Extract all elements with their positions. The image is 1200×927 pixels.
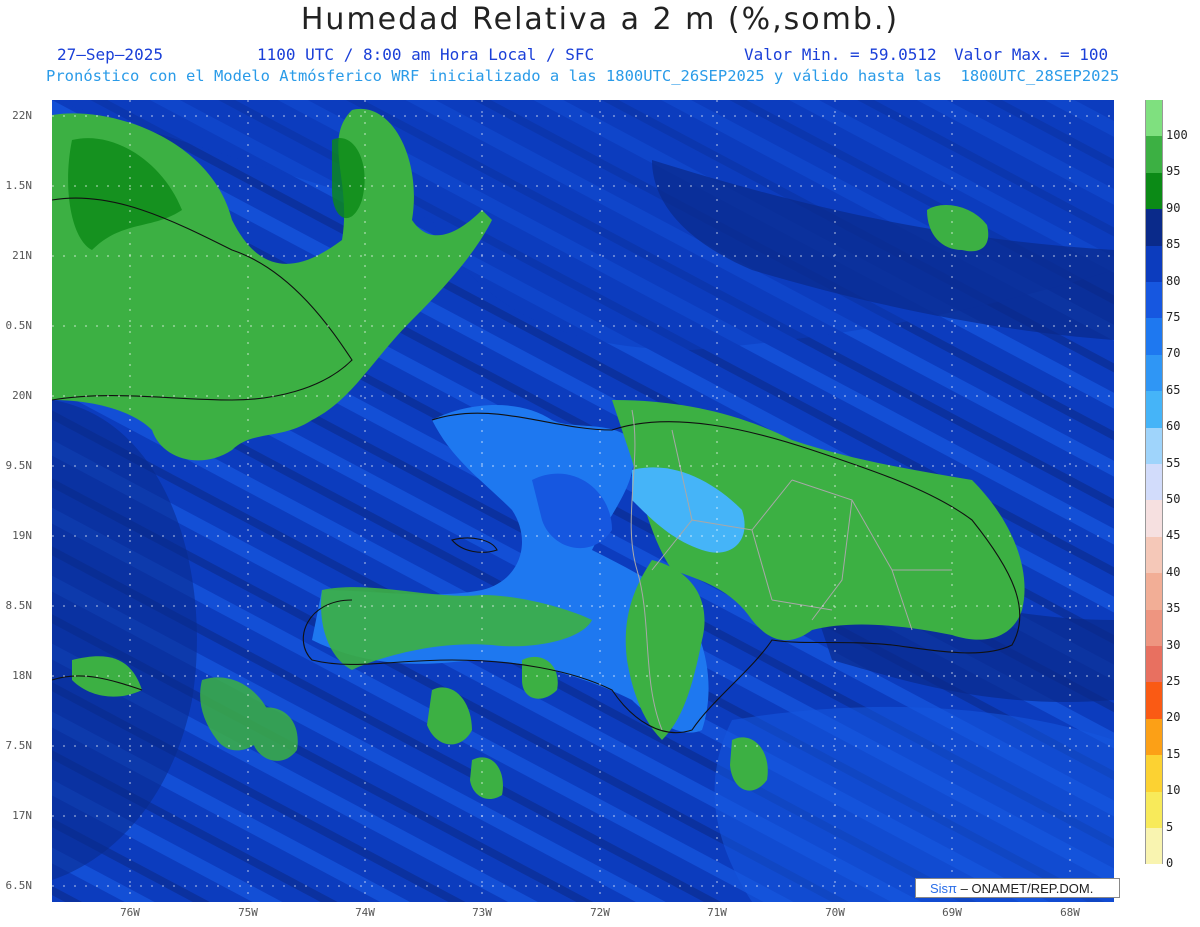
colorbar-swatch — [1145, 791, 1163, 828]
colorbar-label: 25 — [1166, 674, 1181, 688]
lat-label: 21N — [12, 249, 32, 262]
colorbar-label: 85 — [1166, 237, 1181, 252]
colorbar-swatch — [1145, 427, 1163, 464]
lat-label: 9.5N — [5, 459, 33, 472]
colorbar-label: 0 — [1166, 856, 1174, 870]
colorbar-label: 45 — [1166, 528, 1181, 543]
colorbar-swatch — [1145, 354, 1163, 392]
colorbar-label: 35 — [1166, 601, 1181, 616]
colorbar-swatch — [1145, 609, 1163, 646]
colorbar-swatch — [1145, 500, 1163, 537]
credit-box: Sisπ – ONAMET/REP.DOM. — [915, 878, 1120, 898]
colorbar-label: 100 — [1166, 128, 1188, 142]
lat-label: 18N — [12, 669, 32, 682]
colorbar-label: 70 — [1166, 346, 1181, 361]
max-value: Valor Max. = 100 — [954, 45, 1109, 64]
colorbar-swatch — [1145, 755, 1163, 792]
colorbar-label: 95 — [1166, 164, 1181, 179]
colorbar-label: 80 — [1166, 273, 1181, 288]
lat-label: 7.5N — [5, 739, 33, 752]
colorbar-label: 60 — [1166, 419, 1181, 434]
colorbar-swatch — [1145, 646, 1163, 683]
lat-label: 0.5N — [5, 319, 33, 332]
colorbar-swatch — [1145, 391, 1163, 428]
colorbar-swatch — [1145, 100, 1163, 137]
colorbar-swatch — [1145, 536, 1163, 574]
colorbar-swatch — [1145, 282, 1163, 319]
colorbar-label: 50 — [1166, 492, 1181, 506]
colorbar-swatch — [1145, 464, 1163, 501]
credit-text: – ONAMET/REP.DOM. — [960, 881, 1094, 896]
lon-label: 69W — [942, 906, 962, 919]
lat-label: 19N — [12, 529, 32, 542]
colorbar-label: 15 — [1166, 746, 1181, 761]
colorbar-label: 90 — [1166, 200, 1181, 215]
colorbar-swatch — [1145, 828, 1163, 865]
colorbar-swatch — [1145, 318, 1163, 355]
colorbar-swatch — [1145, 136, 1163, 173]
lon-label: 70W — [825, 906, 845, 919]
map-title: Humedad Relativa a 2 m (%,somb.) — [300, 2, 900, 37]
lon-label: 72W — [590, 906, 610, 919]
lon-label: 68W — [1060, 906, 1080, 919]
forecast-time: 1100 UTC / 8:00 am Hora Local / SFC — [257, 45, 595, 64]
forecast-subtitle: Pronóstico con el Modelo Atmósferico WRF… — [46, 67, 1120, 85]
colorbar-label: 5 — [1166, 819, 1174, 834]
min-value: Valor Min. = 59.0512 — [744, 45, 937, 64]
colorbar-label: 30 — [1166, 637, 1181, 652]
colorbar-label: 20 — [1166, 710, 1181, 725]
lat-label: 1.5N — [5, 179, 33, 192]
lon-label: 71W — [707, 906, 727, 919]
colorbar-swatch — [1145, 682, 1163, 719]
colorbar-swatch — [1145, 172, 1163, 210]
colorbar-swatch — [1145, 209, 1163, 246]
colorbar-label: 10 — [1166, 783, 1181, 798]
lon-label: 75W — [238, 906, 258, 919]
colorbar-swatch — [1145, 718, 1163, 756]
colorbar-label: 65 — [1166, 382, 1181, 397]
lat-label: 22N — [12, 109, 32, 122]
lat-label: 8.5N — [5, 599, 33, 612]
lat-label: 6.5N — [5, 879, 33, 892]
lon-label: 76W — [120, 906, 140, 919]
colorbar-swatch — [1145, 245, 1163, 282]
lat-label: 17N — [12, 809, 32, 822]
forecast-date: 27–Sep–2025 — [57, 45, 163, 64]
sispi-logo: Sisπ — [930, 881, 958, 896]
lat-label: 20N — [12, 389, 32, 402]
colorbar-swatch — [1145, 573, 1163, 610]
lon-label: 74W — [355, 906, 375, 919]
ocean-band-light-southeast — [714, 706, 1114, 902]
colorbar-label: 55 — [1166, 455, 1181, 470]
colorbar-label: 40 — [1166, 564, 1181, 579]
colorbar-label: 75 — [1166, 310, 1181, 324]
humidity-map — [52, 100, 1114, 902]
lon-label: 73W — [472, 906, 492, 919]
